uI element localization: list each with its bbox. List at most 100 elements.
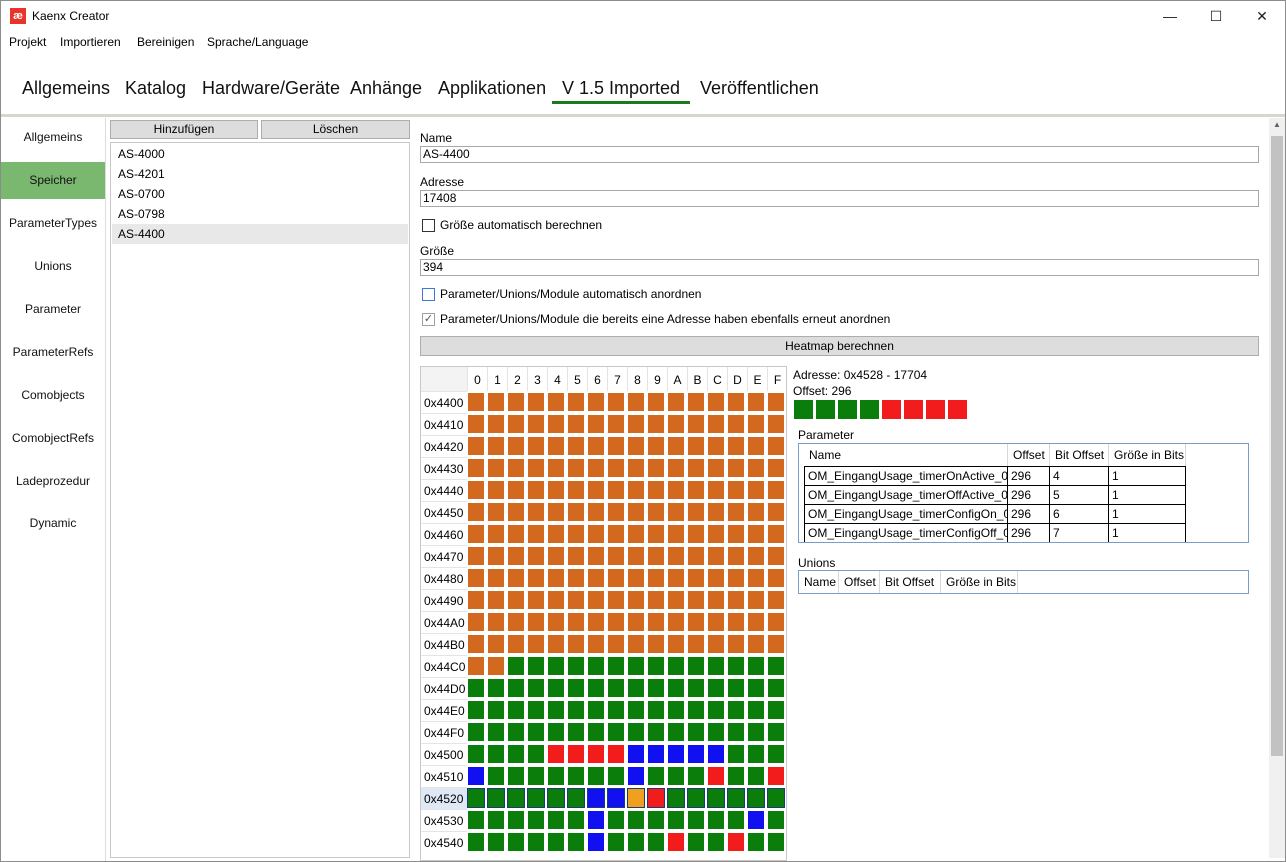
heatmap-row-header[interactable]: 0x4450 — [421, 501, 467, 523]
heatmap-cell[interactable] — [687, 832, 705, 852]
heatmap-cell[interactable] — [607, 634, 625, 654]
heatmap-cell[interactable] — [607, 656, 625, 676]
col-header-offset[interactable]: Offset — [839, 571, 880, 593]
heatmap-cell[interactable] — [607, 722, 625, 742]
heatmap-cell[interactable] — [547, 480, 565, 500]
heatmap-cell[interactable] — [747, 436, 765, 456]
nav-item-ladeprozedur[interactable]: Ladeprozedur — [1, 463, 105, 500]
heatmap-cell[interactable] — [547, 722, 565, 742]
heatmap-cell[interactable] — [567, 700, 585, 720]
heatmap-cell[interactable] — [747, 502, 765, 522]
heatmap-cell[interactable] — [727, 436, 745, 456]
heatmap-cell[interactable] — [587, 656, 605, 676]
menu-projekt[interactable]: Projekt — [9, 35, 46, 49]
heatmap-cell[interactable] — [587, 480, 605, 500]
heatmap-cell[interactable] — [487, 480, 505, 500]
heatmap-cell[interactable] — [667, 612, 685, 632]
heatmap-cell[interactable] — [707, 590, 725, 610]
heatmap-cell[interactable] — [507, 546, 525, 566]
heatmap-cell[interactable] — [667, 480, 685, 500]
heatmap-cell[interactable] — [767, 436, 785, 456]
heatmap-cell[interactable] — [527, 766, 545, 786]
heatmap-cell[interactable] — [707, 502, 725, 522]
heatmap-cell[interactable] — [487, 546, 505, 566]
heatmap-row-header[interactable]: 0x4510 — [421, 765, 467, 787]
heatmap-cell[interactable] — [607, 568, 625, 588]
heatmap-cell[interactable] — [727, 700, 745, 720]
heatmap-row-header[interactable]: 0x4470 — [421, 545, 467, 567]
auto-size-checkbox[interactable] — [422, 219, 435, 232]
heatmap-cell[interactable] — [647, 524, 665, 544]
heatmap-cell[interactable] — [667, 700, 685, 720]
heatmap-cell[interactable] — [687, 546, 705, 566]
heatmap-row-header[interactable]: 0x44A0 — [421, 611, 467, 633]
heatmap-cell[interactable] — [627, 568, 645, 588]
heatmap-cell[interactable] — [707, 524, 725, 544]
heatmap-cell[interactable] — [607, 392, 625, 412]
heatmap-cell[interactable] — [467, 590, 485, 610]
heatmap-cell[interactable] — [467, 788, 485, 808]
heatmap-cell[interactable] — [547, 678, 565, 698]
heatmap-cell[interactable] — [687, 788, 705, 808]
heatmap-cell[interactable] — [527, 722, 545, 742]
heatmap-cell[interactable] — [487, 810, 505, 830]
heatmap-cell[interactable] — [607, 524, 625, 544]
heatmap-cell[interactable] — [707, 546, 725, 566]
heatmap-cell[interactable] — [567, 744, 585, 764]
heatmap-row-header[interactable]: 0x4430 — [421, 457, 467, 479]
heatmap-cell[interactable] — [707, 678, 725, 698]
heatmap-cell[interactable] — [587, 546, 605, 566]
heatmap-cell[interactable] — [727, 546, 745, 566]
heatmap-cell[interactable] — [527, 832, 545, 852]
heatmap-cell[interactable] — [647, 678, 665, 698]
memory-list[interactable]: AS-4000 AS-4201 AS-0700 AS-0798 AS-4400 — [110, 142, 410, 858]
heatmap-cell[interactable] — [647, 832, 665, 852]
heatmap-cell[interactable] — [487, 590, 505, 610]
heatmap-cell[interactable] — [727, 392, 745, 412]
heatmap-cell[interactable] — [607, 480, 625, 500]
heatmap-cell[interactable] — [527, 634, 545, 654]
heatmap-cell[interactable] — [527, 546, 545, 566]
heatmap-cell[interactable] — [747, 700, 765, 720]
heatmap-cell[interactable] — [467, 414, 485, 434]
list-item[interactable]: AS-0798 — [112, 204, 408, 224]
heatmap-cell[interactable] — [567, 832, 585, 852]
heatmap-cell[interactable] — [707, 656, 725, 676]
heatmap-cell[interactable] — [607, 436, 625, 456]
heatmap-cell[interactable] — [627, 788, 645, 808]
heatmap-cell[interactable] — [767, 700, 785, 720]
nav-item-speicher[interactable]: Speicher — [1, 162, 105, 199]
list-item[interactable]: AS-4000 — [112, 144, 408, 164]
heatmap-cell[interactable] — [727, 480, 745, 500]
heatmap-cell[interactable] — [507, 524, 525, 544]
heatmap-cell[interactable] — [507, 458, 525, 478]
heatmap-cell[interactable] — [627, 436, 645, 456]
heatmap-cell[interactable] — [507, 436, 525, 456]
heatmap-cell[interactable] — [527, 810, 545, 830]
heatmap-cell[interactable] — [667, 678, 685, 698]
heatmap-cell[interactable] — [567, 436, 585, 456]
heatmap-cell[interactable] — [587, 392, 605, 412]
nav-item-parametertypes[interactable]: ParameterTypes — [1, 205, 105, 242]
heatmap-cell[interactable] — [527, 392, 545, 412]
heatmap-cell[interactable] — [547, 524, 565, 544]
heatmap-cell[interactable] — [607, 612, 625, 632]
heatmap-cell[interactable] — [587, 612, 605, 632]
heatmap-cell[interactable] — [607, 788, 625, 808]
heatmap-cell[interactable] — [567, 458, 585, 478]
heatmap-cell[interactable] — [647, 612, 665, 632]
heatmap-cell[interactable] — [647, 458, 665, 478]
heatmap-cell[interactable] — [707, 436, 725, 456]
heatmap-cell[interactable] — [747, 546, 765, 566]
heatmap-cell[interactable] — [767, 810, 785, 830]
heatmap-cell[interactable] — [487, 524, 505, 544]
heatmap-cell[interactable] — [687, 744, 705, 764]
heatmap-cell[interactable] — [487, 612, 505, 632]
parameter-cell[interactable]: OM_EingangUsage_timerConfigOn_0 — [804, 504, 1008, 523]
heatmap-cell[interactable] — [767, 722, 785, 742]
heatmap-cell[interactable] — [607, 700, 625, 720]
heatmap-cell[interactable] — [727, 634, 745, 654]
minimize-icon[interactable]: — — [1147, 1, 1193, 32]
heatmap-cell[interactable] — [687, 414, 705, 434]
parameter-cell[interactable]: OM_EingangUsage_timerOnActive_0 — [804, 466, 1008, 485]
